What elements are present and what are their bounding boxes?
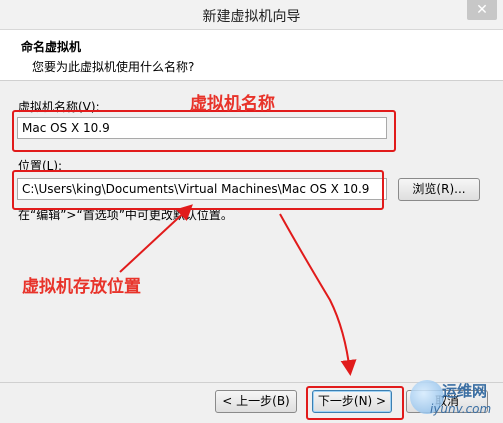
annotation-arrows — [119, 204, 357, 376]
location-arrow — [119, 204, 193, 273]
next-arrow — [279, 213, 357, 376]
watermark-en: iyunv.com — [430, 402, 492, 416]
watermark-cn: 运维网 — [442, 382, 488, 400]
watermark: 运维网 iyunv.com — [410, 378, 503, 423]
